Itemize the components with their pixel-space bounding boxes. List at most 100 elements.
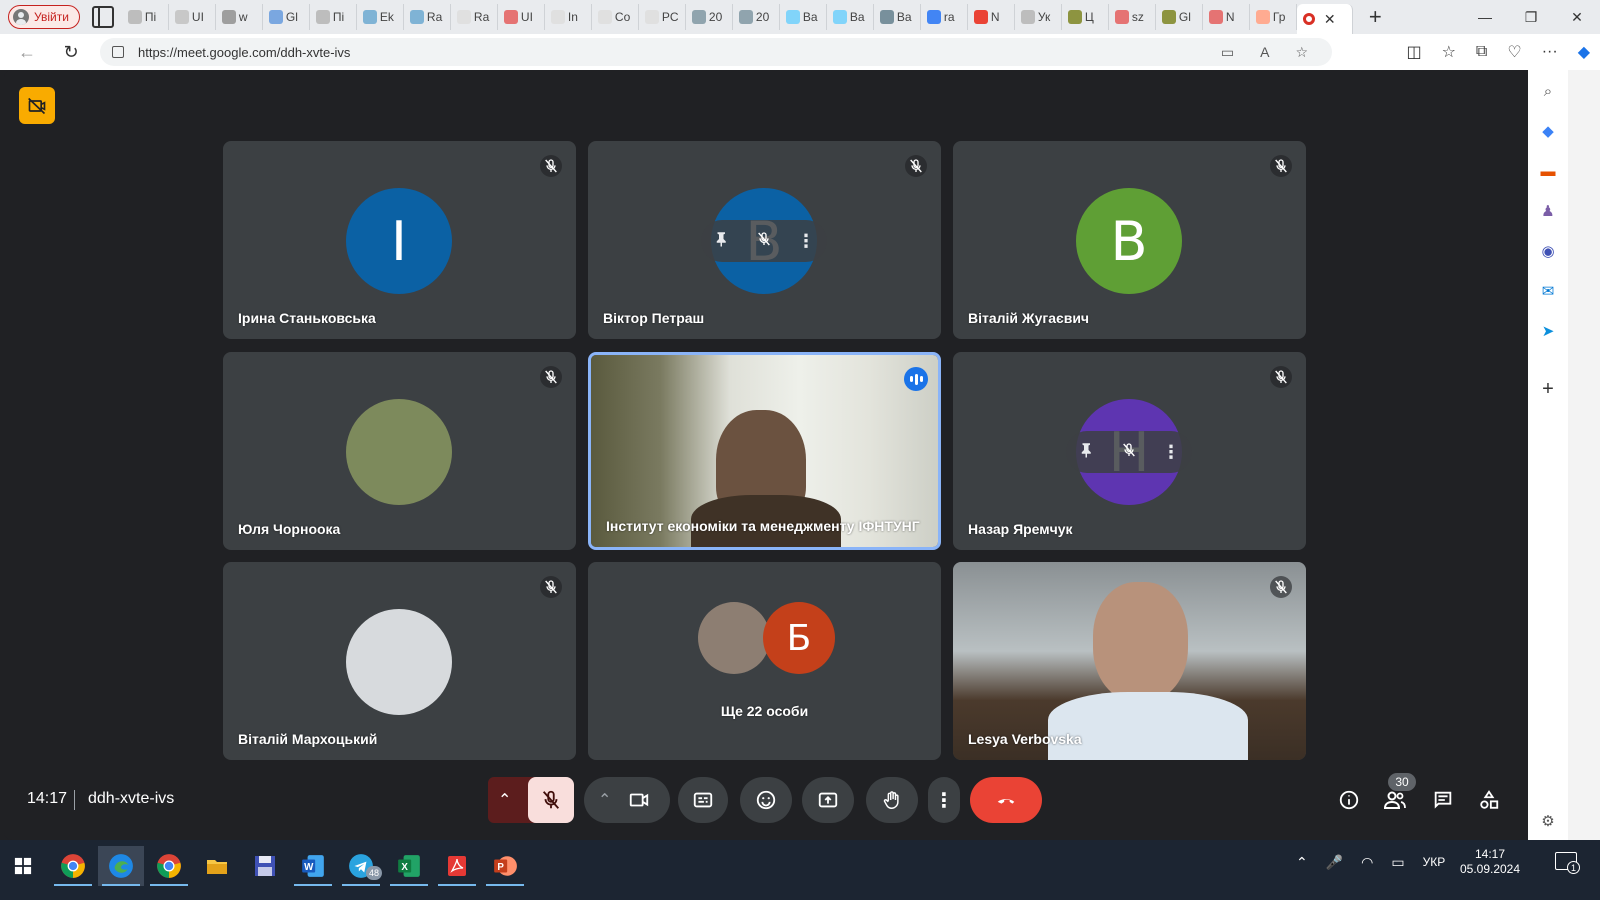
browser-tab[interactable]: Gl [1156,4,1203,30]
language-indicator[interactable]: УКР [1423,855,1446,869]
read-aloud-icon[interactable]: A [1260,44,1269,61]
taskbar-word[interactable]: W [290,846,336,886]
url-text[interactable]: https://meet.google.com/ddh-xvte-ivs [138,45,350,60]
browser-tab[interactable]: Ук [1015,4,1062,30]
pin-icon[interactable] [1078,441,1096,464]
profile-button[interactable]: Увійти [8,5,80,29]
participant-tile[interactable]: В Віталій Жугаєвич [953,141,1306,339]
pin-icon[interactable] [713,230,731,253]
taskbar-file-explorer[interactable] [194,846,240,886]
clock-tray[interactable]: 14:17 05.09.2024 [1458,847,1522,877]
new-tab-button[interactable]: + [1369,4,1382,30]
favorites-icon[interactable]: ☆ [1442,42,1456,62]
taskbar-chrome-profile[interactable] [146,846,192,886]
browser-tab[interactable]: Ra [404,4,451,30]
taskbar-powerpoint[interactable]: P [482,846,528,886]
meeting-details-button[interactable] [1336,787,1362,813]
minimize-button[interactable]: — [1462,0,1508,34]
no-captions-badge[interactable] [19,87,55,124]
leave-call-button[interactable] [970,777,1042,823]
people-button[interactable]: 30 [1382,773,1416,813]
browser-tab[interactable]: Гр [1250,4,1297,30]
search-icon[interactable]: ⌕ [1537,80,1559,102]
add-app-icon[interactable]: + [1537,378,1559,400]
tile-more-options-icon[interactable]: ⋮ [1162,442,1180,463]
sidebar-settings-icon[interactable]: ⚙ [1537,810,1559,832]
mute-participant-icon[interactable] [1121,442,1137,463]
browser-tab[interactable]: Co [592,4,639,30]
start-button[interactable] [0,846,46,886]
browser-tab[interactable]: UI [498,4,545,30]
browser-tab[interactable]: Ba [827,4,874,30]
favorite-star-icon[interactable]: ☆ [1295,44,1308,61]
browser-tab[interactable]: PC [639,4,686,30]
browser-tab[interactable]: w [216,4,263,30]
back-button[interactable]: ← [10,35,44,69]
taskbar-chrome[interactable] [50,846,96,886]
tile-more-options-icon[interactable]: ⋮ [797,231,815,252]
camera-permission-icon[interactable]: ▭ [1221,44,1234,61]
mic-toggle-button[interactable] [528,777,574,823]
browser-tab[interactable]: Пі [310,4,357,30]
mute-participant-icon[interactable] [756,231,772,252]
browser-tab[interactable]: sz [1109,4,1156,30]
restore-button[interactable]: ❐ [1508,0,1554,34]
raise-hand-button[interactable] [866,777,918,823]
wifi-icon[interactable]: ◠ [1361,854,1373,871]
participant-tile[interactable]: Lesya Verbovska [953,562,1306,760]
taskbar-telegram[interactable]: 48 [338,846,384,886]
performance-icon[interactable]: ♡ [1507,42,1521,62]
participant-tile[interactable]: Інститут економіки та менеджменту ІФНТУН… [588,352,941,550]
browser-tab[interactable]: Пі [122,4,169,30]
games-icon[interactable]: ♟ [1537,200,1559,222]
reactions-button[interactable] [740,777,792,823]
tab-actions-icon[interactable] [91,6,114,28]
taskbar-save-app[interactable] [242,846,288,886]
tab-google-meet-active[interactable]: ✕ [1296,4,1353,34]
video-options-chevron-icon[interactable]: ⌃ [598,790,611,810]
lock-icon[interactable] [112,46,124,58]
browser-tab[interactable]: N [968,4,1015,30]
participant-tile[interactable]: В⋮Віктор Петраш [588,141,941,339]
browser-tab[interactable]: Ba [780,4,827,30]
browser-tab[interactable]: 20 [733,4,780,30]
participant-tile[interactable]: І Ірина Станьковська [223,141,576,339]
participant-tile[interactable]: Юля Чорноока [223,352,576,550]
present-screen-button[interactable] [802,777,854,823]
taskbar-excel[interactable]: X [386,846,432,886]
chat-button[interactable] [1430,787,1456,813]
browser-tab[interactable]: UI [169,4,216,30]
show-hidden-icons-chevron-icon[interactable]: ⌃ [1296,854,1308,871]
browser-tab[interactable]: ra [921,4,968,30]
browser-tab[interactable]: 20 [686,4,733,30]
tools-icon[interactable]: ▬ [1537,160,1559,182]
activities-button[interactable] [1476,787,1502,813]
participant-tile[interactable]: Б Ще 22 особи [588,562,941,760]
more-menu-icon[interactable]: ··· [1542,43,1558,61]
notification-center-icon[interactable]: 1 [1555,852,1580,874]
url-box[interactable]: https://meet.google.com/ddh-xvte-ivs ▭ A… [100,38,1332,66]
microsoft-365-icon[interactable]: ◉ [1537,240,1559,262]
microphone-icon[interactable]: 🎤 [1326,854,1343,871]
close-tab-icon[interactable]: ✕ [1324,11,1336,28]
captions-button[interactable] [678,777,728,823]
participant-tile[interactable]: Віталій Мархоцький [223,562,576,760]
close-window-button[interactable]: ✕ [1554,0,1600,34]
battery-icon[interactable]: ▭ [1391,854,1404,871]
send-icon[interactable]: ➤ [1537,320,1559,342]
browser-tab[interactable]: Gl [263,4,310,30]
browser-tab[interactable]: In [545,4,592,30]
copilot-icon[interactable]: ◆ [1578,42,1590,62]
browser-tab[interactable]: N [1203,4,1250,30]
camera-toggle-button[interactable] [628,789,650,811]
shopping-tag-icon[interactable]: ◆ [1537,120,1559,142]
browser-tab[interactable]: Ba [874,4,921,30]
browser-tab[interactable]: Ц [1062,4,1109,30]
collections-icon[interactable]: ⧉ [1476,43,1487,61]
browser-tab[interactable]: Ek [357,4,404,30]
browser-tab[interactable]: Ra [451,4,498,30]
reload-button[interactable]: ↻ [54,35,88,69]
outlook-icon[interactable]: ✉ [1537,280,1559,302]
taskbar-acrobat[interactable] [434,846,480,886]
more-options-button[interactable]: ⋮ [928,777,960,823]
